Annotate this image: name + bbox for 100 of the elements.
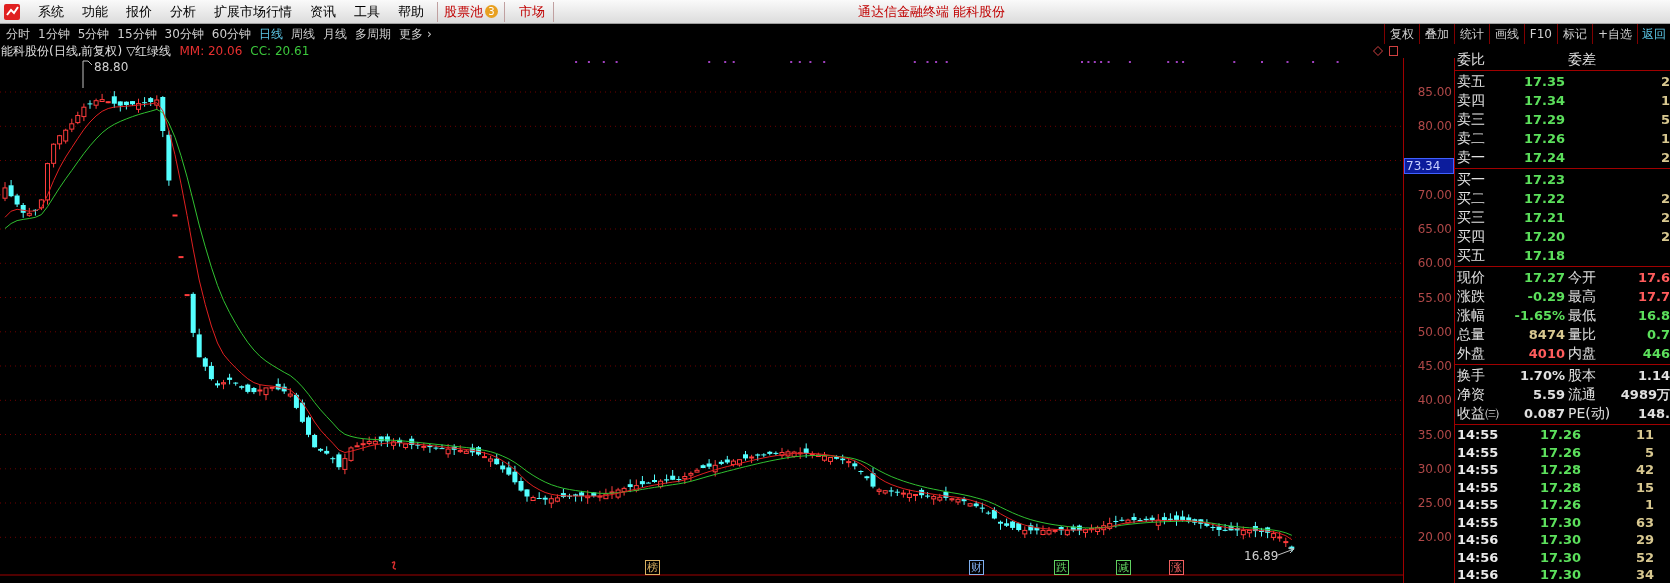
menu-item[interactable]: 功能: [73, 0, 117, 23]
field-value: 17.27: [1522, 269, 1565, 287]
menu-item[interactable]: 系统: [29, 0, 73, 23]
menu-item[interactable]: 帮助: [389, 0, 433, 23]
period-tab[interactable]: 5分钟: [73, 25, 114, 43]
field-label: 收益㈢: [1456, 404, 1500, 423]
field-label: 外盘: [1456, 344, 1486, 363]
field-label: 涨幅: [1456, 306, 1486, 325]
order-volume: 2: [1659, 73, 1670, 91]
tick-time: 14:55: [1456, 443, 1500, 461]
stock-pool-menu[interactable]: 股票池 3: [437, 1, 505, 22]
count-badge: 3: [485, 5, 498, 18]
order-price: 17.22: [1522, 190, 1565, 208]
tick-price: 17.28: [1538, 461, 1581, 479]
field-value: 148.: [1636, 405, 1670, 423]
order-level-label: 买三: [1456, 208, 1486, 227]
order-level-label: 卖五: [1456, 72, 1486, 91]
event-marker[interactable]: 减: [1116, 560, 1131, 575]
menu-item[interactable]: 分析: [161, 0, 205, 23]
order-volume: 2: [1659, 190, 1670, 208]
field-label: 现价: [1456, 268, 1486, 287]
period-tab[interactable]: 日线: [255, 25, 288, 43]
order-level-label: 买二: [1456, 189, 1486, 208]
axis-label: 70.00: [1416, 187, 1453, 202]
indicator-name: ▽红绿线: [126, 44, 172, 58]
field-value: -0.29: [1526, 288, 1565, 306]
field-value: 1.14: [1636, 367, 1670, 385]
axis-label: 30.00: [1416, 461, 1453, 476]
tick-volume: 29: [1634, 531, 1654, 549]
period-tab[interactable]: 更多 ›: [395, 25, 436, 43]
axis-label: 25.00: [1416, 496, 1453, 510]
tick-price: 17.30: [1538, 513, 1581, 531]
order-volume: 2: [1659, 209, 1670, 227]
event-marker[interactable]: 财: [969, 560, 984, 575]
axis-label: 20.00: [1416, 530, 1453, 545]
field-label: PE(动): [1567, 404, 1609, 423]
market-menu[interactable]: 市场: [511, 1, 554, 22]
back-link[interactable]: 返回: [1637, 24, 1670, 44]
field-value: 0.087: [1522, 405, 1565, 423]
indicator-value: MM: 20.06: [179, 44, 243, 58]
low-price-label: 16.89: [1244, 549, 1279, 563]
order-level-label: 卖一: [1456, 148, 1486, 167]
tick-volume: 63: [1634, 513, 1654, 531]
indicator-value: CC: 20.61: [250, 44, 310, 58]
toolbar-button[interactable]: F10: [1523, 24, 1557, 44]
order-price: 17.20: [1522, 228, 1565, 246]
toolbar-button[interactable]: 画线: [1488, 24, 1524, 44]
tick-time: 14:55: [1456, 478, 1500, 496]
tick-volume: 42: [1634, 461, 1654, 479]
period-tab[interactable]: 1分钟: [34, 25, 74, 43]
order-price: 17.24: [1522, 149, 1565, 167]
period-tab[interactable]: 60分钟: [207, 25, 256, 43]
order-volume: 1: [1659, 92, 1670, 110]
field-value: 5.59: [1531, 386, 1565, 404]
period-tab[interactable]: 月线: [319, 25, 352, 43]
menu-item[interactable]: 资讯: [301, 0, 345, 23]
tick-time: 14:55: [1456, 426, 1500, 444]
period-tab[interactable]: 30分钟: [160, 25, 208, 43]
field-label: 最高: [1567, 287, 1597, 306]
axis-label: 55.00: [1416, 290, 1453, 305]
field-value: 1.70%: [1518, 367, 1565, 385]
field-label: 委差: [1567, 50, 1597, 69]
menu-item[interactable]: 报价: [117, 0, 161, 23]
order-price: 17.26: [1522, 130, 1565, 148]
axis-label: 50.00: [1416, 324, 1453, 339]
order-level-label: 卖二: [1456, 129, 1486, 148]
tick-volume: 34: [1634, 566, 1654, 583]
field-label: 股本: [1567, 366, 1597, 385]
menu-item[interactable]: 工具: [345, 0, 389, 23]
field-label: 流通: [1567, 385, 1597, 404]
tick-price: 17.30: [1538, 531, 1581, 549]
event-marker[interactable]: 涨: [1169, 560, 1184, 575]
field-label: 涨跌: [1456, 287, 1486, 306]
field-value: 4010: [1527, 345, 1565, 363]
tick-time: 14:56: [1456, 566, 1500, 583]
order-volume: 1: [1659, 130, 1670, 148]
field-value: 446: [1641, 345, 1670, 363]
tick-price: 17.30: [1538, 566, 1581, 583]
order-price: 17.35: [1522, 73, 1565, 91]
period-tab[interactable]: 周线: [287, 25, 320, 43]
event-marker[interactable]: 跌: [1054, 560, 1069, 575]
tick-price: 17.28: [1538, 478, 1581, 496]
menu-item[interactable]: 扩展市场行情: [205, 0, 301, 23]
toolbar-button[interactable]: +自选: [1591, 24, 1637, 44]
order-price: 17.23: [1522, 171, 1565, 189]
field-label: 总量: [1456, 325, 1486, 344]
toolbar-button[interactable]: 复权: [1383, 24, 1419, 44]
period-tab[interactable]: 分时: [2, 25, 34, 43]
period-tab[interactable]: 多周期: [351, 25, 396, 43]
period-tab[interactable]: 15分钟: [113, 25, 161, 43]
field-value: 8474: [1527, 326, 1565, 344]
axis-label: 65.00: [1416, 222, 1453, 236]
toolbar-button[interactable]: 叠加: [1418, 24, 1454, 44]
toolbar-button[interactable]: 统计: [1453, 24, 1489, 44]
tick-time: 14:56: [1456, 531, 1500, 549]
event-marker[interactable]: 榜: [645, 560, 660, 575]
order-level-label: 买五: [1456, 246, 1486, 265]
tick-volume: 11: [1634, 426, 1654, 444]
toolbar-button[interactable]: 标记: [1556, 24, 1592, 44]
axis-label: 45.00: [1416, 359, 1453, 373]
